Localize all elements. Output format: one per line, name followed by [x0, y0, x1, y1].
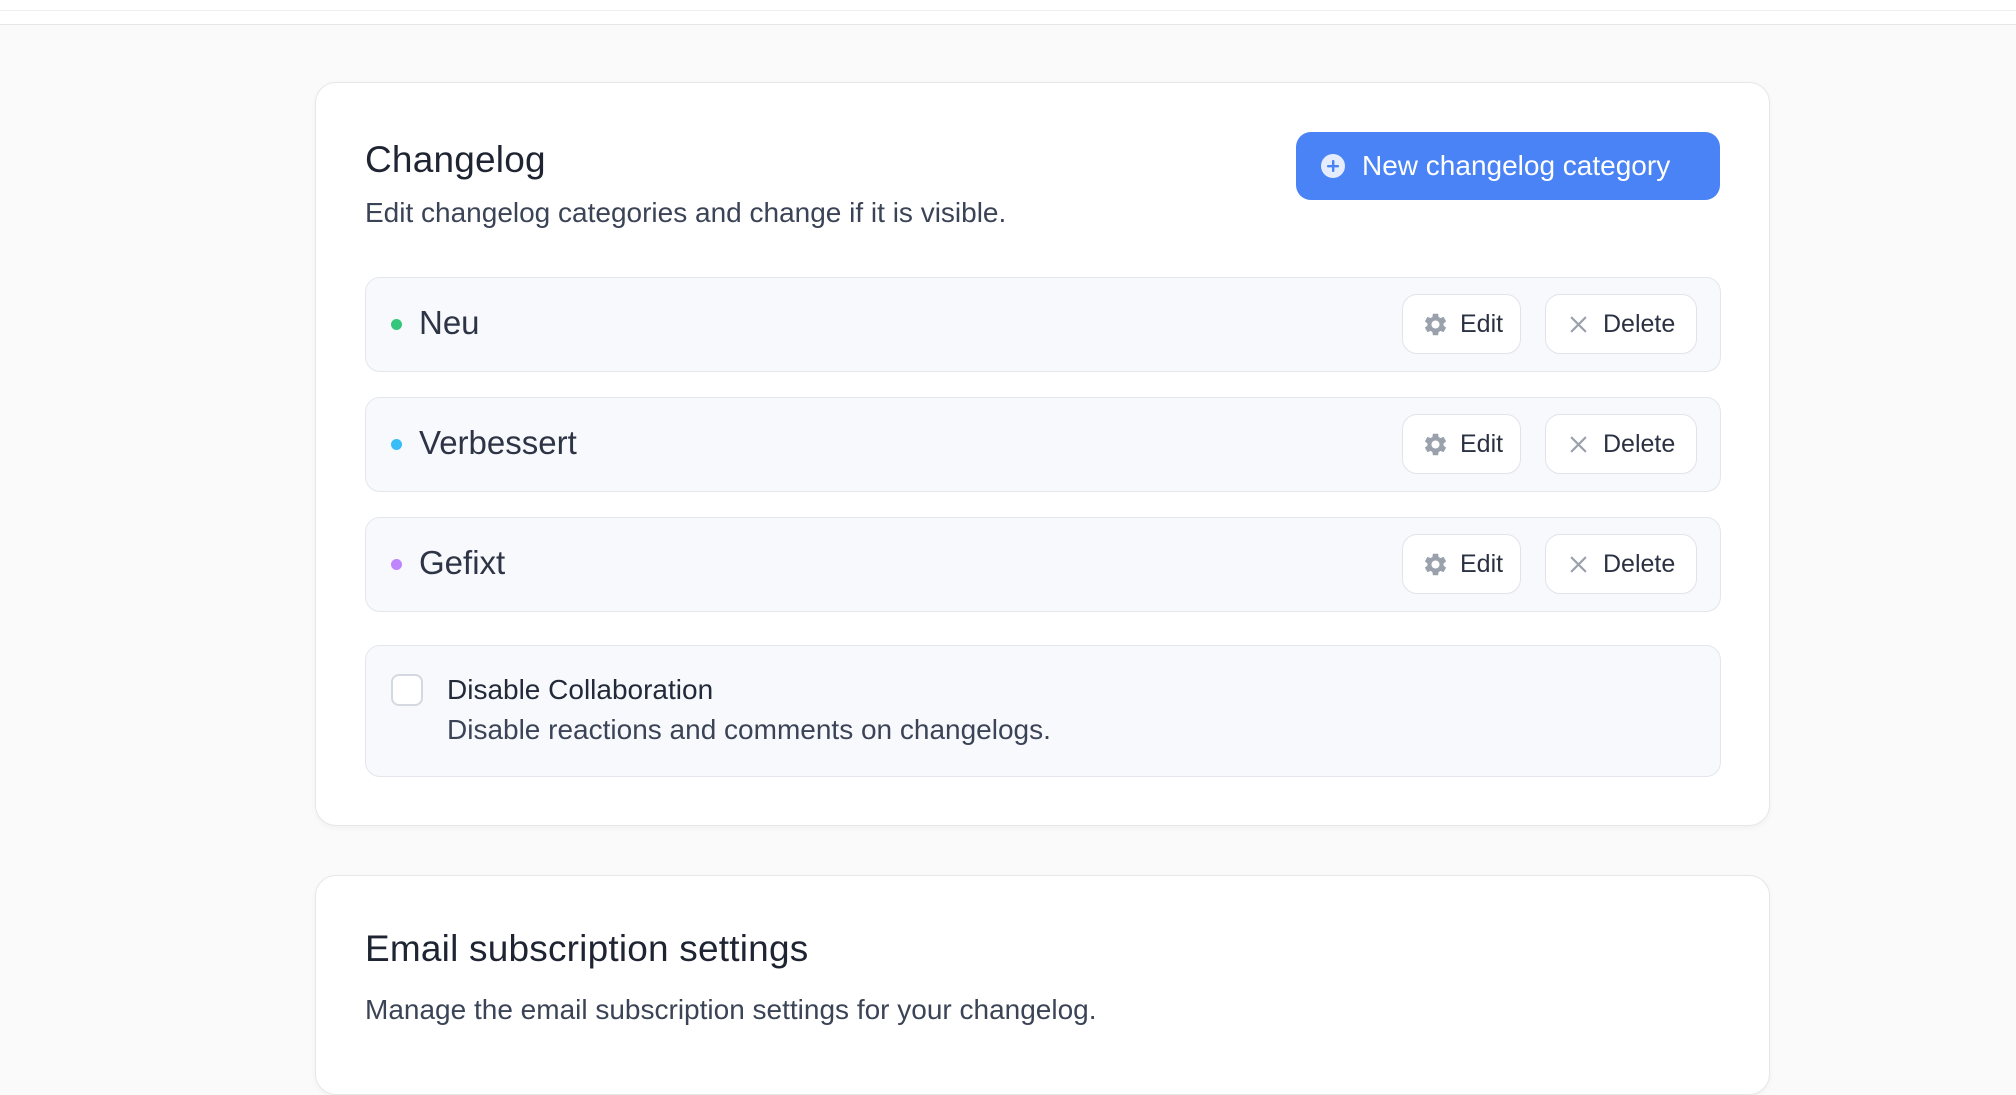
close-icon	[1565, 311, 1592, 338]
edit-label: Edit	[1460, 309, 1504, 338]
plus-circle-icon	[1320, 153, 1346, 179]
top-bar	[0, 0, 2016, 25]
delete-label: Delete	[1603, 549, 1676, 578]
category-color-dot	[391, 439, 402, 450]
delete-category-button[interactable]: Delete	[1545, 294, 1697, 354]
edit-category-button[interactable]: Edit	[1402, 414, 1521, 474]
disable-collaboration-checkbox[interactable]	[391, 674, 423, 706]
category-color-dot	[391, 319, 402, 330]
edit-category-button[interactable]: Edit	[1402, 534, 1521, 594]
category-row: Neu Edit Delete	[365, 277, 1721, 372]
email-settings-card: Email subscription settings Manage the e…	[315, 875, 1770, 1095]
category-name: Gefixt	[419, 544, 506, 581]
category-color-dot	[391, 559, 402, 570]
delete-label: Delete	[1603, 429, 1676, 458]
edit-category-button[interactable]: Edit	[1402, 294, 1521, 354]
new-changelog-category-label: New changelog category	[1362, 150, 1671, 181]
edit-label: Edit	[1460, 549, 1504, 578]
close-icon	[1565, 551, 1592, 578]
disable-collaboration-option: Disable Collaboration Disable reactions …	[365, 645, 1721, 777]
gear-icon	[1422, 431, 1449, 458]
delete-label: Delete	[1603, 309, 1676, 338]
email-settings-description: Manage the email subscription settings f…	[365, 994, 1097, 1025]
edit-label: Edit	[1460, 429, 1504, 458]
changelog-description: Edit changelog categories and change if …	[365, 197, 1007, 228]
changelog-title: Changelog	[365, 139, 546, 180]
category-row: Verbessert Edit Delete	[365, 397, 1721, 492]
changelog-card: Changelog Edit changelog categories and …	[315, 82, 1770, 826]
gear-icon	[1422, 551, 1449, 578]
disable-collaboration-title: Disable Collaboration	[447, 674, 714, 705]
disable-collaboration-description: Disable reactions and comments on change…	[447, 714, 1051, 745]
category-name: Verbessert	[419, 424, 577, 461]
new-changelog-category-button[interactable]: New changelog category	[1296, 132, 1720, 200]
close-icon	[1565, 431, 1592, 458]
category-row: Gefixt Edit Delete	[365, 517, 1721, 612]
category-name: Neu	[419, 304, 480, 341]
email-settings-title: Email subscription settings	[365, 928, 809, 969]
top-bar-divider	[0, 10, 2016, 11]
delete-category-button[interactable]: Delete	[1545, 534, 1697, 594]
gear-icon	[1422, 311, 1449, 338]
delete-category-button[interactable]: Delete	[1545, 414, 1697, 474]
